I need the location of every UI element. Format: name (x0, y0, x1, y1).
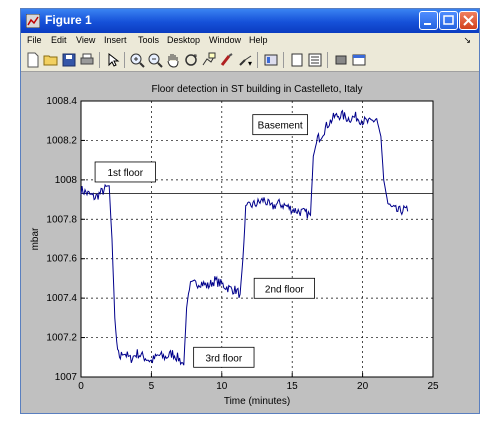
close-icon (463, 15, 474, 26)
maximize-button[interactable] (439, 11, 458, 30)
brush-icon[interactable] (219, 52, 235, 68)
y-tick-label: 1008 (55, 175, 78, 186)
hide-plot-tools-icon[interactable] (307, 52, 323, 68)
y-tick-label: 1008.2 (46, 135, 77, 146)
maximize-icon (443, 15, 454, 25)
annotation-box: 1st floor (94, 161, 156, 183)
zoom-in-icon[interactable] (129, 52, 145, 68)
menu-bar: File Edit View Insert Tools Desktop Wind… (21, 33, 479, 49)
x-tick-label: 15 (287, 381, 299, 392)
toolbar-separator (283, 52, 284, 68)
menu-view[interactable]: View (76, 35, 95, 45)
y-tick-label: 1008.4 (46, 96, 77, 107)
colorbar-icon[interactable] (263, 52, 279, 68)
plot-area (80, 100, 434, 378)
annotation-box: 2nd floor (253, 277, 315, 299)
x-tick-label: 20 (357, 381, 369, 392)
x-tick-label: 5 (149, 381, 155, 392)
rotate-3d-icon[interactable] (183, 52, 199, 68)
x-tick-label: 25 (427, 381, 439, 392)
show-plot-tools-icon[interactable] (333, 52, 349, 68)
chart-title: Floor detection in ST building in Castel… (151, 84, 362, 95)
y-tick-label: 1007.2 (46, 333, 77, 344)
y-tick-label: 1007.8 (46, 214, 77, 225)
window-title: Figure 1 (45, 13, 92, 27)
figure-toolbar: ▾ (21, 49, 479, 72)
toolbar-separator (327, 52, 328, 68)
title-bar[interactable]: Figure 1 (21, 9, 479, 33)
annotation-label: 1st floor (107, 168, 143, 179)
pan-hand-icon[interactable] (165, 52, 181, 68)
y-tick-label: 1007.4 (46, 293, 77, 304)
toolbar-separator (99, 52, 100, 68)
annotation-label: Basement (258, 121, 303, 132)
pressure-chart: 0 5 10 15 20 25 1007 1007.2 1007.4 1007.6 1007.8 10… (30, 84, 439, 407)
minimize-button[interactable] (419, 11, 438, 30)
link-icon[interactable]: ▾ (237, 52, 253, 68)
menu-arrow-icon[interactable]: ↘ (463, 35, 471, 46)
x-axis-label: Time (minutes) (224, 396, 290, 407)
menu-edit[interactable]: Edit (51, 35, 67, 45)
save-icon[interactable] (61, 52, 77, 68)
data-cursor-icon[interactable] (201, 52, 217, 68)
figure-window: Figure 1 File Edit View Insert Tools Des… (20, 8, 480, 414)
figure-canvas: 0 5 10 15 20 25 1007 1007.2 1007.4 1007.6 1007.8 10… (22, 72, 478, 413)
annotation-box: 3rd floor (193, 346, 255, 368)
open-folder-icon[interactable] (43, 52, 59, 68)
x-tick-label: 0 (78, 381, 84, 392)
menu-desktop[interactable]: Desktop (167, 35, 200, 45)
new-file-icon[interactable] (25, 52, 41, 68)
menu-tools[interactable]: Tools (138, 35, 159, 45)
print-icon[interactable] (79, 52, 95, 68)
annotation-label: 3rd floor (205, 353, 242, 364)
annotation-box: Basement (252, 114, 308, 136)
menu-help[interactable]: Help (249, 35, 268, 45)
annotation-label: 2nd floor (265, 284, 305, 295)
y-tick-label: 1007 (55, 372, 78, 383)
menu-file[interactable]: File (27, 35, 42, 45)
x-tick-label: 10 (216, 381, 228, 392)
matlab-figure-icon (26, 14, 40, 28)
close-button[interactable] (459, 11, 478, 30)
y-axis-label: mbar (30, 227, 41, 250)
menu-window[interactable]: Window (209, 35, 241, 45)
pointer-arrow-icon[interactable] (105, 52, 121, 68)
dock-figure-icon[interactable] (351, 52, 367, 68)
zoom-out-icon[interactable] (147, 52, 163, 68)
toolbar-separator (257, 52, 258, 68)
toolbar-separator (124, 52, 125, 68)
svg-text:▾: ▾ (248, 59, 252, 68)
menu-insert[interactable]: Insert (104, 35, 127, 45)
legend-icon[interactable] (289, 52, 305, 68)
minimize-icon (424, 23, 431, 25)
y-tick-label: 1007.6 (46, 254, 77, 265)
